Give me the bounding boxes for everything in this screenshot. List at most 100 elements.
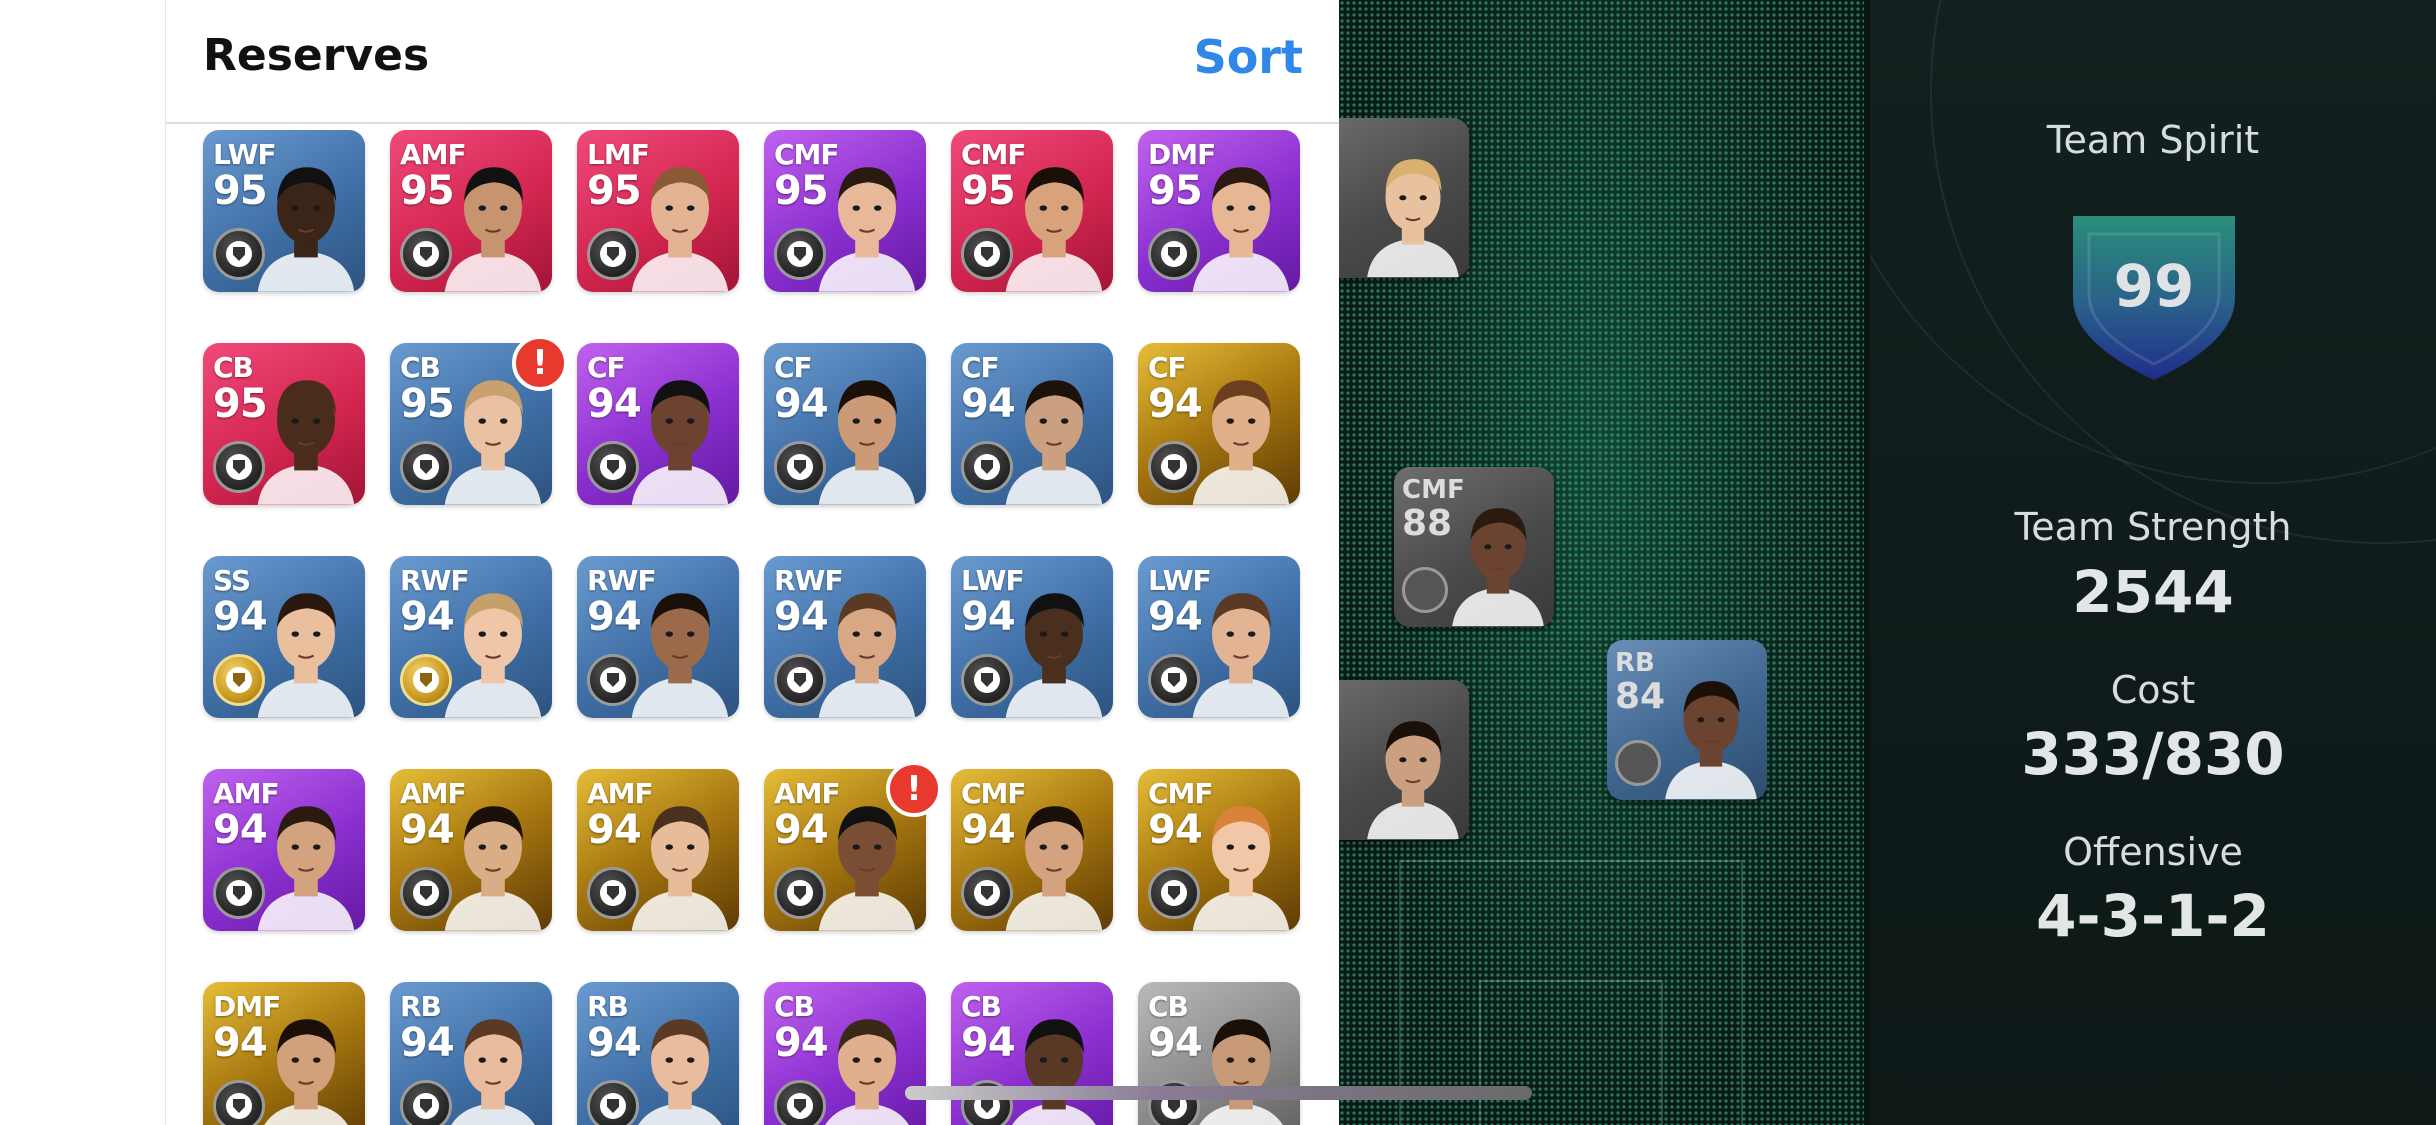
player-rating: 94 <box>774 1020 829 1066</box>
player-position: CMF <box>774 138 840 171</box>
pitch-player-card[interactable]: RB 84 <box>1607 640 1767 800</box>
pitch-player-card[interactable] <box>1339 680 1469 840</box>
pitch-formation-view: CMF 88 RB 84 <box>1339 0 1864 1125</box>
team-strength-label: Team Strength <box>2014 505 2292 549</box>
player-card[interactable]: CMF 94 <box>1138 769 1300 931</box>
cost-label: Cost <box>2110 668 2196 712</box>
player-card[interactable]: CB 94 <box>951 982 1113 1125</box>
player-rating: 95 <box>400 381 455 427</box>
club-badge-icon <box>774 654 826 706</box>
club-badge-icon <box>1148 228 1200 280</box>
player-rating: 94 <box>774 807 829 853</box>
player-card[interactable]: LWF 94 <box>951 556 1113 718</box>
player-rating: 94 <box>587 594 642 640</box>
player-portrait <box>1367 159 1459 278</box>
player-rating: 95 <box>587 168 642 214</box>
player-rating: 94 <box>774 381 829 427</box>
player-card[interactable]: AMF 94 <box>203 769 365 931</box>
player-position: RWF <box>774 564 844 597</box>
club-badge-icon <box>961 867 1013 919</box>
crest-icon <box>600 880 626 906</box>
player-position: RWF <box>400 564 470 597</box>
club-badge-icon <box>400 228 452 280</box>
club-badge-icon <box>774 441 826 493</box>
player-position: SS <box>213 564 251 597</box>
player-position: CF <box>774 351 813 384</box>
player-rating: 94 <box>587 1020 642 1066</box>
crest-icon <box>413 880 439 906</box>
player-position: AMF <box>587 777 654 810</box>
team-spirit-label: Team Spirit <box>2046 118 2260 162</box>
player-position: LWF <box>1148 564 1212 597</box>
crest-icon <box>226 454 252 480</box>
player-card[interactable]: CF 94 <box>764 343 926 505</box>
pitch-player-card[interactable]: CMF 88 <box>1394 467 1554 627</box>
player-card[interactable]: DMF 95 <box>1138 130 1300 292</box>
offensive-label: Offensive <box>2063 830 2243 874</box>
player-rating: 94 <box>400 807 455 853</box>
player-card[interactable]: LWF 95 <box>203 130 365 292</box>
player-rating: 94 <box>961 594 1016 640</box>
player-card[interactable]: CF 94 <box>577 343 739 505</box>
crest-icon <box>413 667 439 693</box>
player-card[interactable]: LMF 95 <box>577 130 739 292</box>
reserves-panel: Reserves Sort LWF 95 AMF 95 LMF 95 CMF 95 CMF 95 D… <box>165 0 1340 1125</box>
player-position: CMF <box>961 777 1027 810</box>
player-card[interactable]: CMF 95 <box>764 130 926 292</box>
player-rating: 95 <box>774 168 829 214</box>
player-card[interactable]: CF 94 <box>951 343 1113 505</box>
player-card[interactable]: RWF 94 <box>764 556 926 718</box>
crest-icon <box>1161 454 1187 480</box>
player-position: CB <box>961 990 1002 1023</box>
club-badge-icon <box>961 228 1013 280</box>
home-indicator[interactable] <box>905 1086 1532 1100</box>
player-card[interactable]: CMF 95 <box>951 130 1113 292</box>
player-position: CF <box>961 351 1000 384</box>
crest-icon <box>787 454 813 480</box>
player-card[interactable]: CB 94 <box>764 982 926 1125</box>
reserves-header: Reserves Sort <box>166 0 1340 124</box>
crest-icon <box>226 667 252 693</box>
club-badge-icon <box>213 441 265 493</box>
crest-icon <box>600 667 626 693</box>
alert-icon: ! <box>886 761 942 817</box>
crest-icon <box>413 454 439 480</box>
player-card[interactable]: RWF 94 <box>390 556 552 718</box>
player-rating: 95 <box>213 168 268 214</box>
player-card[interactable]: LWF 94 <box>1138 556 1300 718</box>
player-position: AMF <box>774 777 841 810</box>
crest-icon <box>600 1093 626 1119</box>
club-badge-icon <box>1402 567 1448 613</box>
crest-icon <box>787 1093 813 1119</box>
player-card[interactable]: RB 94 <box>390 982 552 1125</box>
player-rating: 88 <box>1402 503 1453 544</box>
player-position: DMF <box>1148 138 1216 171</box>
sort-button[interactable]: Sort <box>1194 30 1303 84</box>
player-card[interactable]: CMF 94 <box>951 769 1113 931</box>
player-card[interactable]: AMF 95 <box>390 130 552 292</box>
crest-icon <box>974 667 1000 693</box>
player-card[interactable]: SS 94 <box>203 556 365 718</box>
player-rating: 95 <box>213 381 268 427</box>
player-card[interactable]: CF 94 <box>1138 343 1300 505</box>
player-card[interactable]: CB 95 <box>203 343 365 505</box>
player-card[interactable]: RB 94 <box>577 982 739 1125</box>
player-rating: 94 <box>961 381 1016 427</box>
player-card[interactable]: AMF 94 <box>577 769 739 931</box>
player-position: CMF <box>1148 777 1214 810</box>
player-rating: 95 <box>400 168 455 214</box>
team-strength-value: 2544 <box>2072 558 2234 626</box>
player-position: AMF <box>400 138 467 171</box>
player-card[interactable]: DMF 94 <box>203 982 365 1125</box>
offensive-value: 4-3-1-2 <box>2036 882 2270 950</box>
player-rating: 94 <box>587 807 642 853</box>
club-badge-icon <box>1615 740 1661 786</box>
crest-icon <box>226 241 252 267</box>
player-card[interactable]: AMF 94 <box>390 769 552 931</box>
player-rating: 94 <box>961 807 1016 853</box>
player-card[interactable]: RWF 94 <box>577 556 739 718</box>
club-badge-icon <box>400 1080 452 1125</box>
player-card[interactable]: CB 94 <box>1138 982 1300 1125</box>
pitch-player-card[interactable] <box>1339 118 1469 278</box>
crest-icon <box>974 241 1000 267</box>
